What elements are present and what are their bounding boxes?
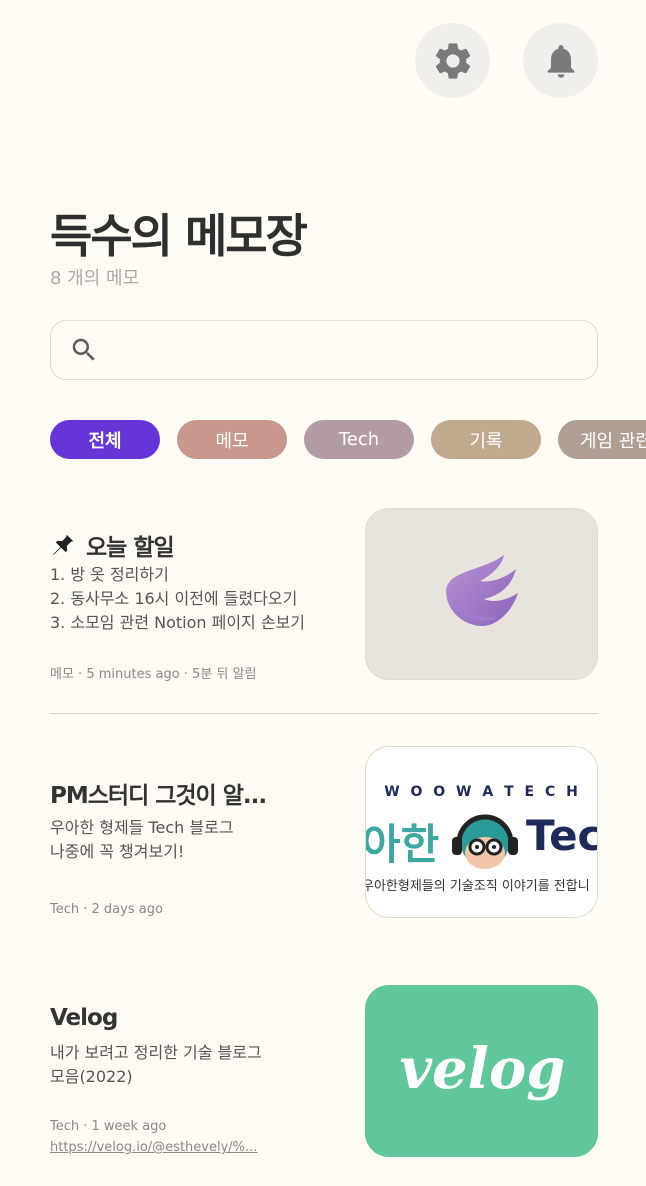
memo-title-row: 오늘 할일 [50,528,175,562]
category-filter: 전체 메모 Tech 기록 게임 관련 [50,420,646,460]
memo-title: PM스터디 그것이 알... [50,783,267,809]
memo-title: Velog [50,1005,118,1031]
wing-logo-icon [446,555,518,627]
search-input[interactable] [109,321,597,379]
search-icon [72,338,95,361]
notification-button[interactable] [523,23,598,98]
velog-logo: velog [399,1036,566,1102]
memo-body-line: 모음(2022) [50,1067,133,1086]
page-title: 득수의 메모장 [50,209,308,263]
search-bar[interactable] [50,320,598,380]
memo-thumbnail: W O O W A T E C H 아한 Tec 우아한형제들의 기술조직 이야… [365,746,598,918]
thumb-caption: 우아한형제들의 기술조직 이야기를 전합니 [365,879,590,894]
memo-body-line: 나중에 꼭 챙겨보기! [50,842,185,861]
memo-meta: Tech · 1 week ago [50,1119,167,1134]
memo-count: 8 개의 메모 [50,268,140,289]
memo-meta: 메모 · 5 minutes ago · 5분 뒤 알림 [50,667,257,682]
settings-button[interactable] [415,23,490,98]
memo-body-line: 2. 동사무소 16시 이전에 들렸다오기 [50,589,298,608]
memo-body-line: 우아한 형제들 Tech 블로그 [50,818,234,837]
memo-thumbnail: velog [365,985,598,1157]
memo-body-line: 1. 방 옷 정리하기 [50,565,169,584]
thumb-right-text: Tec [526,811,598,860]
category-chip-tech[interactable]: Tech [304,420,414,459]
bell-icon [547,44,574,78]
thumb-left-text: 아한 [365,820,440,869]
pin-icon [50,532,76,558]
category-chip-game[interactable]: 게임 관련 [558,420,646,459]
memo-body: 1. 방 옷 정리하기 2. 동사무소 16시 이전에 들렸다오기 3. 소모임… [50,563,305,635]
memo-body-line: 내가 보려고 정리한 기술 블로그 [50,1043,262,1062]
category-chip-memo[interactable]: 메모 [177,420,287,459]
memo-card[interactable]: PM스터디 그것이 알... 우아한 형제들 Tech 블로그 나중에 꼭 챙겨… [50,746,598,921]
top-actions [415,23,598,98]
memo-body-line: 3. 소모임 관련 Notion 페이지 손보기 [50,613,306,632]
headphone-avatar-icon [452,814,518,869]
memo-card[interactable]: Velog 내가 보려고 정리한 기술 블로그 모음(2022) Tech · … [50,985,598,1160]
memo-title: 오늘 할일 [86,535,175,561]
memo-thumbnail [365,508,598,680]
memo-link[interactable]: https://velog.io/@esthevely/%... [50,1140,257,1155]
gear-icon [435,42,470,79]
thumb-brand: W O O W A T E C H [384,784,581,800]
memo-body: 우아한 형제들 Tech 블로그 나중에 꼭 챙겨보기! [50,816,234,864]
memo-meta: Tech · 2 days ago [50,902,163,917]
memo-card[interactable]: 오늘 할일 1. 방 옷 정리하기 2. 동사무소 16시 이전에 들렸다오기 … [50,508,598,683]
divider [50,713,598,714]
memo-body: 내가 보려고 정리한 기술 블로그 모음(2022) [50,1041,262,1089]
category-chip-all[interactable]: 전체 [50,420,160,459]
category-chip-record[interactable]: 기록 [431,420,541,459]
